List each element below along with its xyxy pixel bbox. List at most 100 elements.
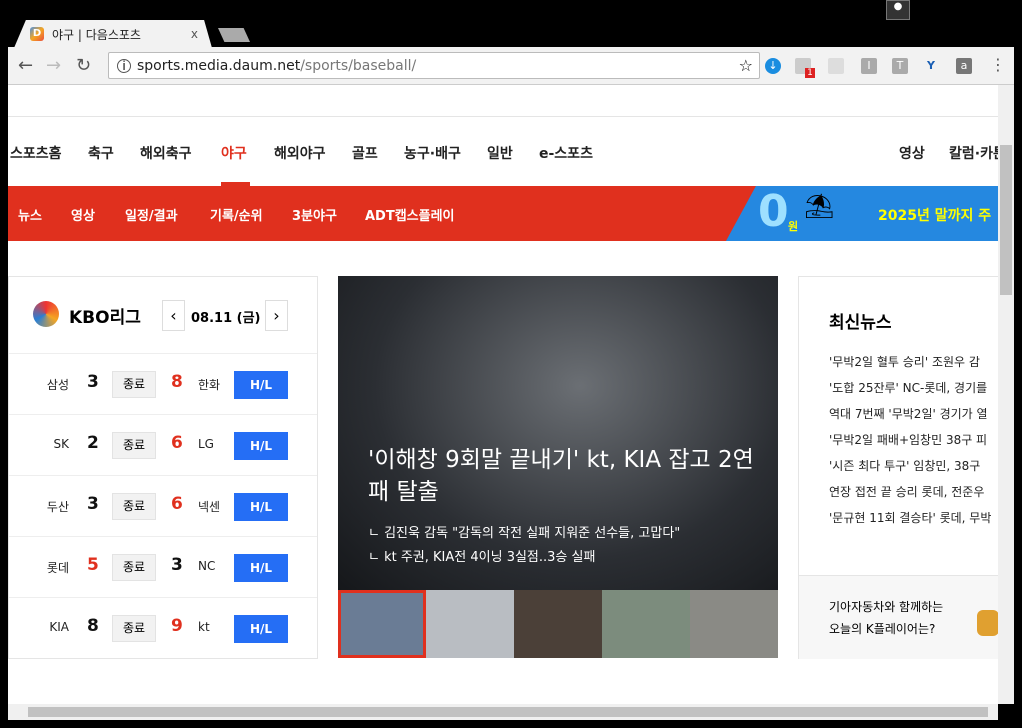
cast-ext-icon[interactable] bbox=[828, 58, 844, 74]
away-team: LG bbox=[198, 437, 214, 451]
highlight-button[interactable]: H/L bbox=[234, 554, 288, 582]
scoreboard-title: KBO리그 bbox=[69, 308, 141, 328]
subnav-adt[interactable]: ADT캡스플레이 bbox=[365, 205, 455, 224]
highlight-button[interactable]: H/L bbox=[234, 432, 288, 460]
home-score: 5 bbox=[87, 555, 99, 575]
forward-icon[interactable]: → bbox=[46, 55, 61, 76]
promo-box[interactable]: 기아자동차와 함께하는 오늘의 K플레이어는? bbox=[799, 575, 998, 659]
umbrella-icon: ⛱ bbox=[804, 192, 835, 220]
subnav-video[interactable]: 영상 bbox=[71, 205, 95, 224]
menu-icon[interactable]: ⋮ bbox=[990, 55, 1006, 74]
tab-close-icon[interactable]: x bbox=[191, 27, 198, 41]
nav-golf[interactable]: 골프 bbox=[352, 143, 378, 163]
home-score: 2 bbox=[87, 433, 99, 453]
news-item[interactable]: '무박2일 패배+임창민 38구 피 bbox=[829, 431, 987, 448]
game-row: SK 2 종료 6 LG H/L bbox=[9, 414, 317, 475]
thumbnail-5[interactable] bbox=[690, 590, 778, 658]
game-status: 종료 bbox=[112, 554, 156, 581]
news-item[interactable]: '문규현 11회 결승타' 롯데, 무박 bbox=[829, 509, 991, 526]
reload-icon[interactable]: ↻ bbox=[76, 55, 91, 76]
news-item[interactable]: 연장 접전 끝 승리 롯데, 전준우 bbox=[829, 483, 984, 500]
ad-zero: 0 bbox=[758, 186, 789, 237]
away-team: 넥센 bbox=[198, 500, 221, 514]
home-team: 롯데 bbox=[46, 561, 69, 575]
nav-column[interactable]: 칼럼·카툰 bbox=[949, 143, 998, 163]
highlight-button[interactable]: H/L bbox=[234, 493, 288, 521]
ext-badge: 1 bbox=[805, 68, 815, 78]
subnav-schedule[interactable]: 일정/결과 bbox=[125, 205, 178, 224]
away-score: 9 bbox=[171, 616, 183, 636]
home-team: 삼성 bbox=[46, 378, 69, 392]
thumbnail-4[interactable] bbox=[602, 590, 690, 658]
profile-icon[interactable]: ● bbox=[886, 0, 910, 20]
back-icon[interactable]: ← bbox=[18, 55, 33, 76]
y-ext-icon[interactable]: Y bbox=[923, 58, 939, 74]
latest-news-title: 최신뉴스 bbox=[829, 313, 892, 333]
thumbnail-2[interactable] bbox=[426, 590, 514, 658]
browser-tab[interactable]: D 야구 | 다음스포츠 x bbox=[14, 20, 212, 48]
news-item[interactable]: 역대 7번째 '무박2일' 경기가 열 bbox=[829, 405, 988, 422]
home-score: 8 bbox=[87, 616, 99, 636]
highlight-button[interactable]: H/L bbox=[234, 371, 288, 399]
nav-video[interactable]: 영상 bbox=[899, 143, 925, 163]
subnav-records[interactable]: 기록/순위 bbox=[210, 205, 263, 224]
bag-ext-icon[interactable]: a bbox=[956, 58, 972, 74]
nav-basketball[interactable]: 농구·배구 bbox=[404, 143, 461, 163]
thumbnail-3[interactable] bbox=[514, 590, 602, 658]
sub-nav-bar: 뉴스 영상 일정/결과 기록/순위 3분야구 ADT캡스플레이 0 원 ⛱ 20… bbox=[8, 186, 998, 241]
page-content: 스포츠홈 축구 해외축구 야구 해외야구 골프 농구·배구 일반 e-스포츠 영… bbox=[8, 85, 998, 704]
game-status: 종료 bbox=[112, 432, 156, 459]
subnav-news[interactable]: 뉴스 bbox=[18, 205, 42, 224]
promo-line: 오늘의 K플레이어는? bbox=[829, 622, 936, 636]
highlight-button[interactable]: H/L bbox=[234, 615, 288, 643]
home-team: 두산 bbox=[46, 500, 69, 514]
game-status: 종료 bbox=[112, 493, 156, 520]
news-item[interactable]: '시즌 최다 투구' 임창민, 38구 bbox=[829, 457, 980, 474]
info-icon[interactable]: i bbox=[117, 58, 131, 73]
away-score: 8 bbox=[171, 372, 183, 392]
nav-baseball[interactable]: 야구 bbox=[221, 143, 247, 163]
i-ext-icon[interactable]: I bbox=[861, 58, 877, 74]
hero-related-link[interactable]: ㄴ kt 주권, KIA전 4이닝 3실점..3승 실패 bbox=[368, 546, 595, 565]
daum-favicon-icon: D bbox=[30, 27, 44, 41]
ad-banner[interactable]: 0 원 ⛱ 2025년 말까지 주 bbox=[726, 186, 998, 241]
browser-toolbar: ← → ↻ i sports.media.daum.net/sports/bas… bbox=[8, 47, 1014, 85]
hero-related-link[interactable]: ㄴ 김진욱 감독 "감독의 작전 실패 지워준 선수들, 고맙다" bbox=[368, 522, 680, 541]
game-status: 종료 bbox=[112, 371, 156, 398]
horizontal-scrollbar[interactable] bbox=[8, 704, 998, 720]
download-ext-icon[interactable]: ↓ bbox=[765, 58, 781, 74]
url-host: sports.media.daum.net bbox=[137, 57, 301, 74]
game-row: 두산 3 종료 6 넥센 H/L bbox=[9, 475, 317, 536]
prev-date-button[interactable]: ‹ bbox=[162, 300, 185, 331]
bookmark-star-icon[interactable]: ☆ bbox=[739, 56, 753, 75]
nav-world-soccer[interactable]: 해외축구 bbox=[140, 143, 192, 163]
away-team: kt bbox=[198, 620, 210, 634]
news-item[interactable]: '도합 25잔루' NC-롯데, 경기를 bbox=[829, 379, 987, 396]
game-row: 삼성 3 종료 8 한화 H/L bbox=[9, 353, 317, 414]
hero-headline[interactable]: '이해창 9회말 끝내기' kt, KIA 잡고 2연패 탈출 bbox=[368, 444, 758, 508]
address-bar[interactable]: i sports.media.daum.net/sports/baseball/… bbox=[108, 52, 760, 79]
shield-ext-icon[interactable]: 1 bbox=[795, 58, 815, 78]
home-team: SK bbox=[53, 437, 70, 451]
news-item[interactable]: '무박2일 혈투 승리' 조원우 감 bbox=[829, 353, 980, 370]
away-score: 6 bbox=[171, 494, 183, 514]
nav-world-baseball[interactable]: 해외야구 bbox=[274, 143, 326, 163]
away-score: 3 bbox=[171, 555, 183, 575]
subnav-3min[interactable]: 3분야구 bbox=[292, 205, 337, 224]
game-row: KIA 8 종료 9 kt H/L bbox=[9, 597, 317, 658]
home-score: 3 bbox=[87, 494, 99, 514]
hero-article[interactable]: '이해창 9회말 끝내기' kt, KIA 잡고 2연패 탈출 ㄴ 김진욱 감독… bbox=[338, 276, 778, 590]
vertical-scrollbar[interactable] bbox=[998, 85, 1014, 704]
game-row: 롯데 5 종료 3 NC H/L bbox=[9, 536, 317, 597]
glove-icon bbox=[977, 610, 998, 636]
thumbnail-1[interactable] bbox=[338, 590, 426, 658]
new-tab-button[interactable] bbox=[218, 28, 250, 42]
next-date-button[interactable]: › bbox=[265, 300, 288, 331]
t-ext-icon[interactable]: T bbox=[892, 58, 908, 74]
nav-soccer[interactable]: 축구 bbox=[88, 143, 114, 163]
away-score: 6 bbox=[171, 433, 183, 453]
nav-esports[interactable]: e-스포츠 bbox=[539, 143, 593, 163]
home-team: KIA bbox=[49, 620, 69, 634]
nav-general[interactable]: 일반 bbox=[487, 143, 513, 163]
nav-sports-home[interactable]: 스포츠홈 bbox=[10, 143, 62, 163]
